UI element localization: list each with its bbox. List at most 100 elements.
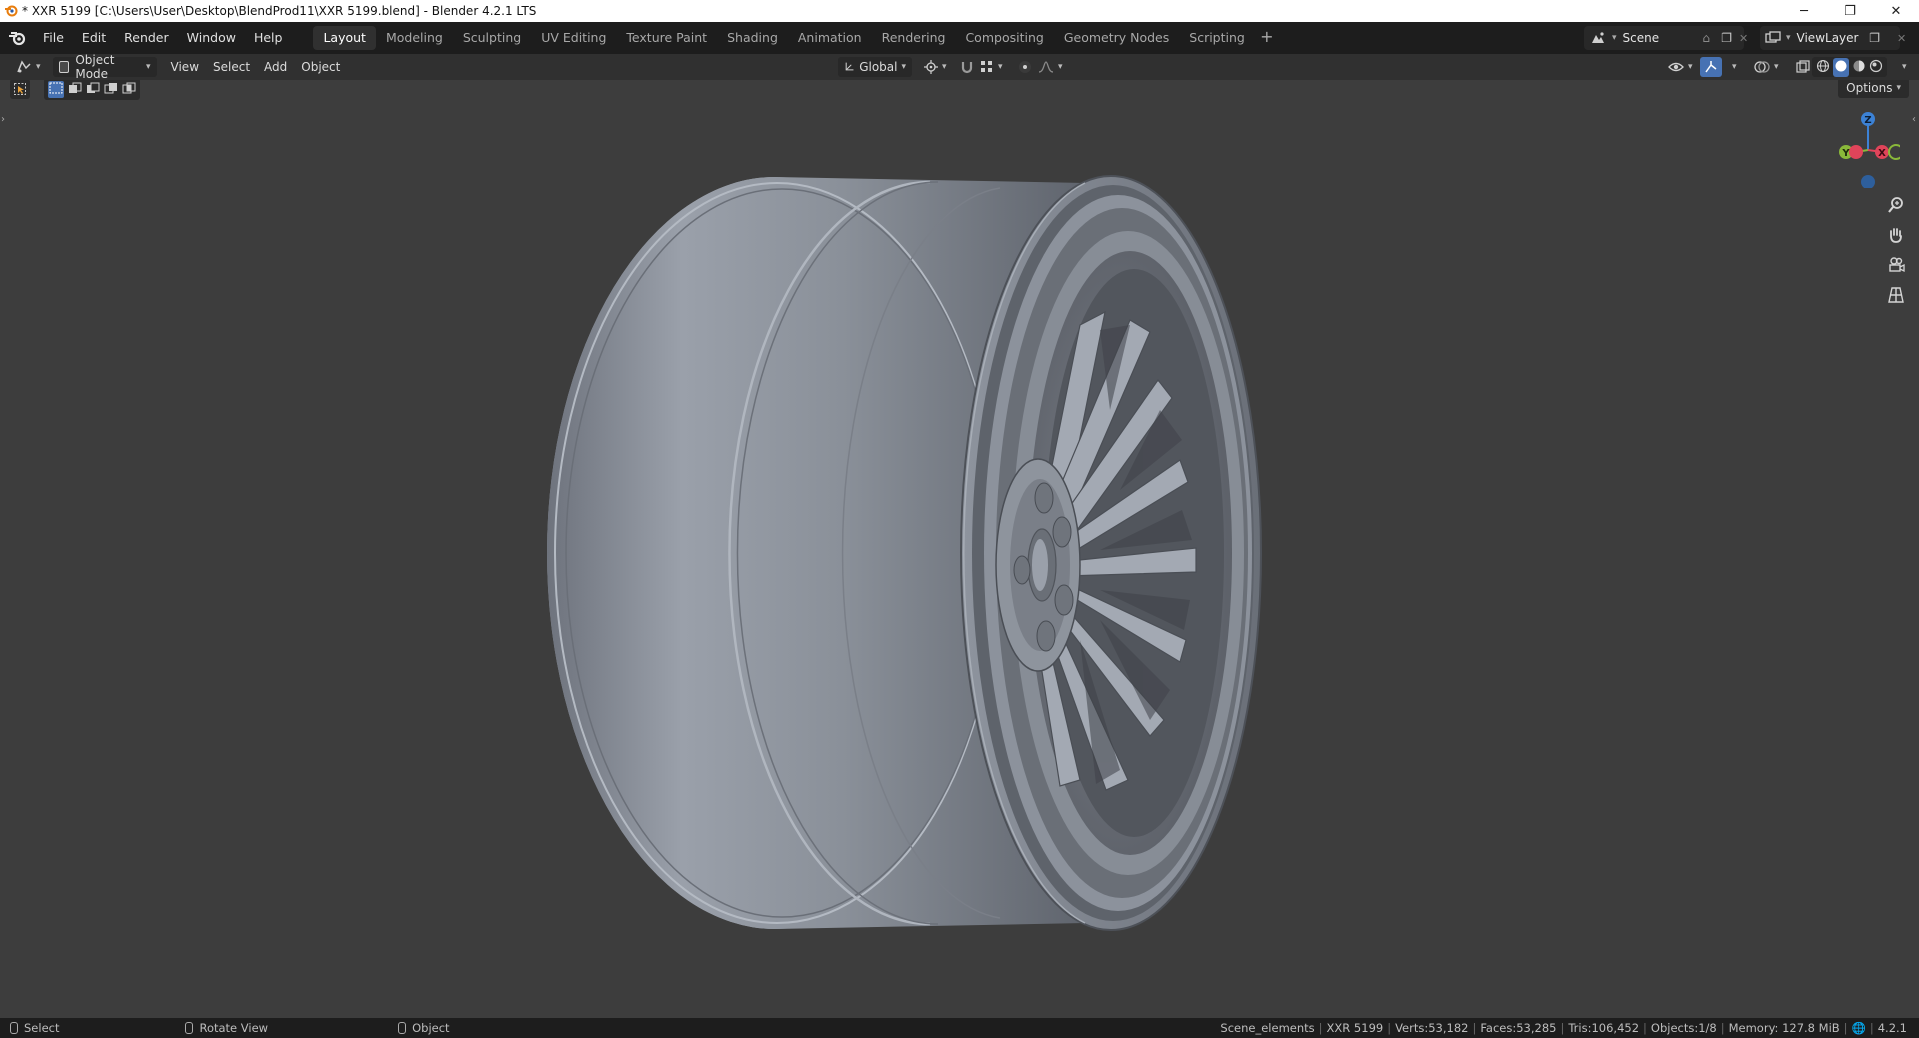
- menu-select[interactable]: Select: [207, 57, 256, 77]
- blender-menu-icon[interactable]: [0, 22, 34, 54]
- remove-scene-icon[interactable]: ✕: [1739, 32, 1748, 45]
- chevron-down-icon: ▾: [1688, 62, 1693, 72]
- pin-icon[interactable]: ⌂: [1702, 31, 1710, 45]
- transform-orientation-selector[interactable]: Global ▾: [838, 57, 912, 77]
- stat-tris: Tris:106,452: [1568, 1021, 1640, 1035]
- tab-scripting[interactable]: Scripting: [1179, 26, 1255, 50]
- y-axis-label: Y: [1841, 148, 1850, 159]
- mouse-left-icon: [10, 1022, 18, 1034]
- orientation-icon: [845, 62, 854, 71]
- minimize-button[interactable]: ─: [1781, 0, 1827, 22]
- 3d-viewport[interactable]: › ‹ Options ▾ Z Y X: [0, 80, 1919, 1018]
- window-titlebar: * XXR 5199 [C:\Users\User\Desktop\BlendP…: [0, 0, 1919, 22]
- tab-layout[interactable]: Layout: [313, 26, 376, 50]
- wireframe-shading-icon[interactable]: [1816, 59, 1830, 76]
- globe-icon: 🌐: [1851, 1021, 1866, 1035]
- shading-options[interactable]: ▾: [1892, 57, 1913, 77]
- neg-x-axis-handle[interactable]: [1849, 145, 1863, 159]
- status-hint-label: Rotate View: [199, 1021, 269, 1035]
- object-mode-icon: [58, 61, 70, 73]
- scene-icon: [1584, 31, 1612, 45]
- gizmo-toggle[interactable]: [1700, 57, 1722, 77]
- viewlayer-selector[interactable]: ▾ ViewLayer ❐: [1760, 26, 1900, 50]
- overlays-toggle[interactable]: ▾: [1748, 57, 1785, 77]
- navigation-gizmo[interactable]: Z Y X: [1830, 108, 1900, 188]
- tab-uv-editing[interactable]: UV Editing: [531, 26, 616, 50]
- snap-target-selector[interactable]: ▾: [974, 57, 1009, 77]
- stat-faces: Faces:53,285: [1480, 1021, 1557, 1035]
- gizmo-icon: [1705, 61, 1717, 73]
- perspective-toggle-button[interactable]: [1883, 282, 1909, 308]
- chevron-down-icon: ▾: [1902, 62, 1907, 72]
- scene-name: Scene: [1622, 31, 1660, 45]
- menu-help[interactable]: Help: [245, 26, 292, 50]
- subtract-selection-icon[interactable]: [86, 82, 100, 97]
- proportional-falloff-selector[interactable]: ▾: [1032, 57, 1069, 77]
- intersect-selection-icon[interactable]: [122, 82, 136, 97]
- add-workspace-button[interactable]: +: [1255, 26, 1279, 50]
- invert-selection-icon[interactable]: [104, 82, 118, 97]
- menu-view[interactable]: View: [165, 57, 205, 77]
- x-axis-label: X: [1878, 148, 1886, 159]
- mouse-middle-icon: [185, 1022, 194, 1034]
- rendered-shading-icon[interactable]: [1869, 59, 1883, 76]
- status-hint-select: Select: [10, 1021, 59, 1035]
- gizmo-options[interactable]: ▾: [1722, 57, 1743, 77]
- scene-selector[interactable]: ▾ Scene ⌂ ❐: [1584, 26, 1744, 50]
- neg-y-axis-handle[interactable]: [1888, 144, 1900, 160]
- material-shading-icon[interactable]: [1852, 59, 1866, 76]
- chevron-down-icon: ▾: [36, 62, 41, 72]
- status-hint-label: Object: [412, 1021, 450, 1035]
- orientation-label: Global: [859, 60, 898, 74]
- menu-file[interactable]: File: [34, 26, 73, 50]
- extend-selection-icon[interactable]: [68, 82, 82, 97]
- menu-edit[interactable]: Edit: [73, 26, 115, 50]
- magnifier-icon: [1888, 197, 1903, 213]
- menu-add[interactable]: Add: [258, 57, 293, 77]
- menu-object[interactable]: Object: [295, 57, 346, 77]
- set-new-selection-icon[interactable]: [48, 80, 64, 98]
- chevron-down-icon: ▾: [1732, 62, 1737, 72]
- visibility-selector[interactable]: ▾: [1662, 57, 1699, 77]
- menu-window[interactable]: Window: [178, 26, 245, 50]
- toolbar-expand-icon[interactable]: ›: [1, 114, 5, 125]
- new-viewlayer-icon[interactable]: ❐: [1869, 31, 1880, 45]
- options-dropdown[interactable]: Options ▾: [1838, 80, 1909, 98]
- pivot-icon: [924, 60, 938, 74]
- tab-rendering[interactable]: Rendering: [872, 26, 956, 50]
- tab-texture-paint[interactable]: Texture Paint: [616, 26, 717, 50]
- pivot-point-selector[interactable]: ▾: [918, 57, 953, 77]
- 3d-viewport-icon: [17, 60, 31, 73]
- chevron-down-icon: ▾: [901, 62, 906, 72]
- tab-shading[interactable]: Shading: [717, 26, 788, 50]
- pan-view-button[interactable]: [1883, 222, 1909, 248]
- hand-icon: [1890, 228, 1902, 243]
- remove-viewlayer-icon[interactable]: ✕: [1897, 32, 1906, 45]
- options-label: Options: [1846, 81, 1893, 95]
- select-tool-button[interactable]: [10, 80, 30, 99]
- zoom-view-button[interactable]: [1883, 192, 1909, 218]
- shading-mode-group: [1812, 57, 1887, 77]
- camera-view-button[interactable]: [1883, 252, 1909, 278]
- neg-z-axis-handle[interactable]: [1861, 175, 1875, 188]
- tab-geometry-nodes[interactable]: Geometry Nodes: [1054, 26, 1179, 50]
- tab-sculpting[interactable]: Sculpting: [453, 26, 531, 50]
- scene-statistics: Scene_elements | XXR 5199 | Verts:53,182…: [1216, 1018, 1911, 1038]
- status-hint-rotate: Rotate View: [185, 1021, 268, 1035]
- chevron-down-icon: ▾: [942, 62, 947, 72]
- editor-type-selector[interactable]: ▾: [10, 57, 47, 77]
- tab-animation[interactable]: Animation: [788, 26, 872, 50]
- stat-objects: Objects:1/8: [1650, 1021, 1717, 1035]
- close-button[interactable]: ✕: [1873, 0, 1919, 22]
- restore-button[interactable]: ❐: [1827, 0, 1873, 22]
- stat-collection: Scene_elements: [1220, 1021, 1315, 1035]
- workspace-tabs: Layout Modeling Sculpting UV Editing Tex…: [313, 26, 1278, 50]
- chevron-down-icon: ▾: [1058, 62, 1063, 72]
- tab-compositing[interactable]: Compositing: [955, 26, 1053, 50]
- mode-selector[interactable]: Object Mode ▾: [52, 53, 157, 81]
- sidebar-expand-icon[interactable]: ‹: [1912, 114, 1916, 125]
- tab-modeling[interactable]: Modeling: [376, 26, 453, 50]
- new-scene-icon[interactable]: ❐: [1721, 31, 1732, 45]
- menu-render[interactable]: Render: [115, 26, 178, 50]
- solid-shading-icon[interactable]: [1833, 57, 1849, 77]
